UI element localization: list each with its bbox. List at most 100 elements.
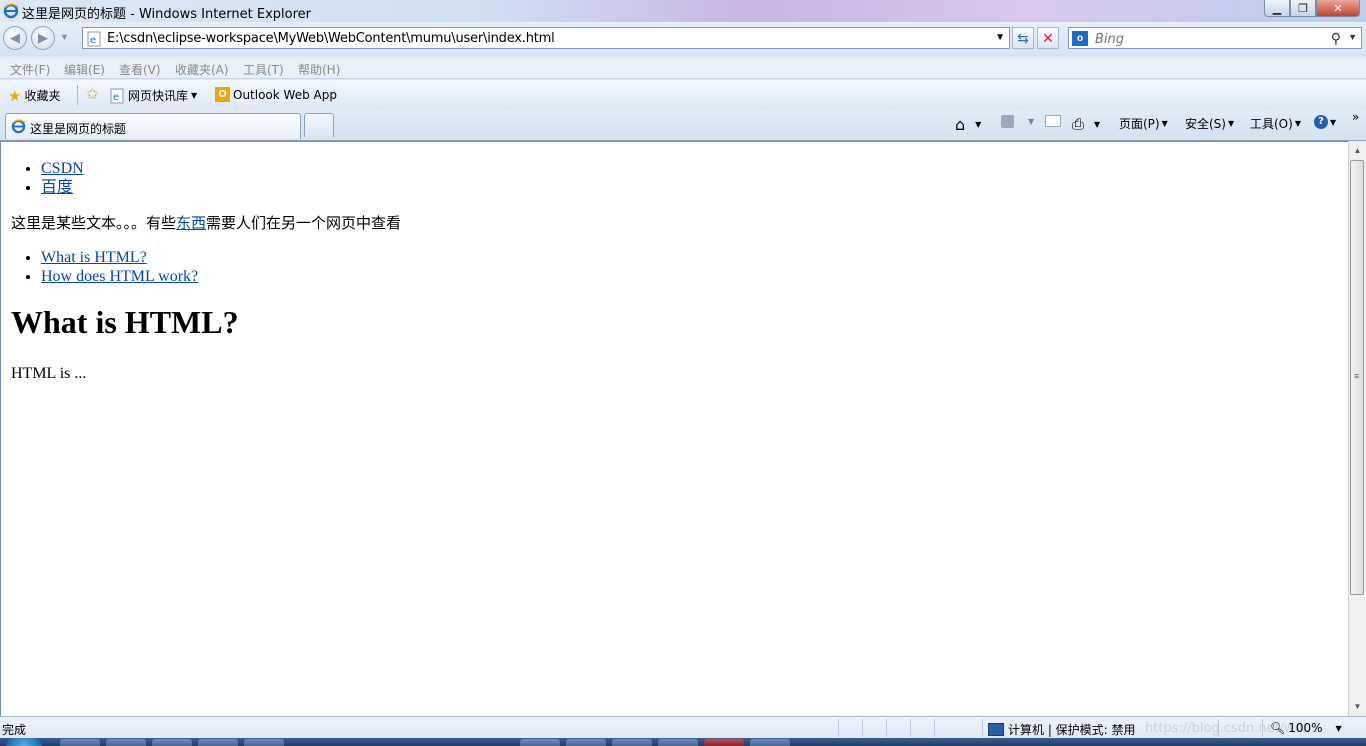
new-tab-button[interactable] [304, 113, 334, 137]
window-title-bar[interactable]: 这里是网页的标题 - Windows Internet Explorer ▁ ❐… [0, 0, 1366, 22]
favorites-button[interactable]: ★ 收藏夹 [8, 87, 60, 104]
taskbar-item[interactable] [106, 739, 146, 746]
ie-tab-icon [11, 119, 26, 137]
add-favorite-button[interactable]: ✩ [86, 85, 99, 103]
tab-current[interactable]: 这里是网页的标题 [5, 113, 301, 139]
menu-favorites[interactable]: 收藏夹(A) [175, 61, 229, 78]
safety-menu-label: 安全(S) [1185, 117, 1226, 131]
history-dropdown-icon[interactable]: ▼ [60, 32, 69, 42]
scroll-up-icon[interactable]: ▲ [1349, 142, 1366, 159]
refresh-icon: ⇆ [1017, 29, 1029, 46]
scrollbar-thumb[interactable]: ≡ [1350, 160, 1364, 595]
home-button[interactable]: ⌂ ▼ [955, 115, 981, 134]
menu-bar: 文件(F) 编辑(E) 查看(V) 收藏夹(A) 工具(T) 帮助(H) [0, 58, 1366, 79]
mail-icon [1045, 115, 1061, 127]
taskbar-item[interactable] [60, 739, 100, 746]
stop-button[interactable]: ✕ [1037, 27, 1059, 49]
mail-button[interactable] [1045, 115, 1061, 127]
forward-arrow-icon: ▶ [38, 30, 48, 45]
search-provider-icon: o [1072, 31, 1088, 46]
back-button[interactable]: ◀ [3, 26, 27, 50]
taskbar-item[interactable] [566, 739, 606, 746]
svg-text:e: e [90, 35, 96, 46]
safety-menu-button[interactable]: 安全(S) ▼ [1185, 115, 1234, 132]
separator [934, 719, 935, 737]
menu-view[interactable]: 查看(V) [119, 61, 161, 78]
dropdown-icon: ▼ [975, 120, 982, 129]
list-item: CSDN [41, 159, 84, 178]
link-csdn[interactable]: CSDN [41, 160, 84, 177]
separator [910, 719, 911, 737]
separator [886, 719, 887, 737]
print-button[interactable]: ⎙ ▼ [1072, 115, 1100, 133]
taskbar-item[interactable] [520, 739, 560, 746]
status-text: 完成 [2, 723, 27, 737]
outlook-web-app-link[interactable]: O Outlook Web App [215, 87, 337, 102]
dropdown-icon: ▼ [191, 91, 198, 100]
dropdown-icon: ▼ [1227, 119, 1235, 128]
address-bar[interactable]: e E:\csdn\eclipse-workspace\MyWeb\WebCon… [82, 27, 1010, 49]
taskbar-item[interactable] [244, 739, 284, 746]
search-dropdown-icon[interactable]: ▼ [1348, 32, 1357, 42]
page-menu-button[interactable]: 页面(P) ▼ [1119, 115, 1168, 132]
vertical-scrollbar[interactable]: ▲ ≡ ▼ [1348, 141, 1366, 716]
scroll-down-icon[interactable]: ▼ [1349, 698, 1366, 715]
text-paragraph: 这里是某些文本。。。有些东西需要人们在另一个网页中查看 [11, 212, 401, 233]
separator [862, 719, 863, 737]
menu-file[interactable]: 文件(F) [10, 61, 50, 78]
taskbar-item[interactable] [198, 739, 238, 746]
link-list-1: CSDN 百度 [11, 159, 84, 197]
address-dropdown-icon[interactable]: ▼ [995, 32, 1005, 43]
link-baidu[interactable]: 百度 [41, 179, 73, 196]
menu-edit[interactable]: 编辑(E) [64, 61, 105, 78]
taskbar-item[interactable] [750, 739, 790, 746]
help-button[interactable]: ? ▼ [1314, 115, 1336, 129]
refresh-button[interactable]: ⇆ [1012, 27, 1034, 49]
add-favorite-icon: ✩ [86, 85, 99, 103]
zoom-control[interactable]: 🔍︎ 100% ▼ [1270, 721, 1342, 735]
start-button[interactable] [6, 738, 42, 746]
page-content: CSDN 百度 这里是某些文本。。。有些东西需要人们在另一个网页中查看 What… [0, 141, 1348, 716]
computer-icon [988, 723, 1004, 736]
taskbar-item[interactable] [658, 739, 698, 746]
taskbar-item[interactable] [152, 739, 192, 746]
address-url[interactable]: E:\csdn\eclipse-workspace\MyWeb\WebConte… [107, 31, 555, 46]
separator [838, 719, 839, 737]
forward-button[interactable]: ▶ [31, 26, 55, 50]
tab-label: 这里是网页的标题 [30, 122, 127, 136]
menu-help[interactable]: 帮助(H) [298, 61, 340, 78]
close-window-button[interactable]: ✕ [1316, 0, 1360, 17]
link-what-is-html[interactable]: What is HTML? [41, 249, 147, 266]
list-item: What is HTML? [41, 248, 198, 267]
feeds-button[interactable]: ▼ [1001, 115, 1034, 128]
dropdown-icon: ▼ [1294, 119, 1301, 128]
minimize-button[interactable]: ▁ [1264, 0, 1290, 17]
web-slice-gallery[interactable]: e 网页快讯库 ▼ [109, 87, 197, 104]
separator [1218, 719, 1219, 737]
taskbar-item[interactable] [704, 739, 744, 746]
page-icon: e [86, 31, 102, 50]
link-how-html-works[interactable]: How does HTML work? [41, 268, 198, 285]
security-zone[interactable]: 计算机 | 保护模式: 禁用 [988, 721, 1136, 738]
menu-tools[interactable]: 工具(T) [243, 61, 284, 78]
taskbar-item[interactable] [612, 739, 652, 746]
body-text: HTML is ... [11, 365, 87, 382]
link-things[interactable]: 东西 [176, 214, 206, 232]
dropdown-icon: ▼ [1330, 117, 1337, 127]
rss-icon [1001, 115, 1014, 128]
search-icon[interactable]: ⚲ [1331, 30, 1341, 47]
zone-label: 计算机 | 保护模式: 禁用 [1008, 723, 1136, 737]
chevron-more-icon[interactable]: » [1352, 110, 1359, 124]
zoom-icon: 🔍︎ [1270, 721, 1286, 735]
dropdown-icon: ▼ [1335, 723, 1342, 733]
para-text-after: 需要人们在另一个网页中查看 [206, 214, 402, 232]
search-box[interactable]: o ⚲ ▼ [1068, 27, 1362, 49]
search-input[interactable] [1093, 31, 1327, 48]
tools-menu-button[interactable]: 工具(O) ▼ [1250, 115, 1301, 132]
favorites-bar: ★ 收藏夹 ✩ e 网页快讯库 ▼ O Outlook Web App [0, 80, 1366, 110]
printer-icon: ⎙ [1072, 115, 1085, 133]
page-menu-label: 页面(P) [1119, 117, 1160, 131]
back-arrow-icon: ◀ [10, 30, 20, 45]
stop-icon: ✕ [1042, 29, 1054, 46]
maximize-button[interactable]: ❐ [1290, 0, 1316, 17]
